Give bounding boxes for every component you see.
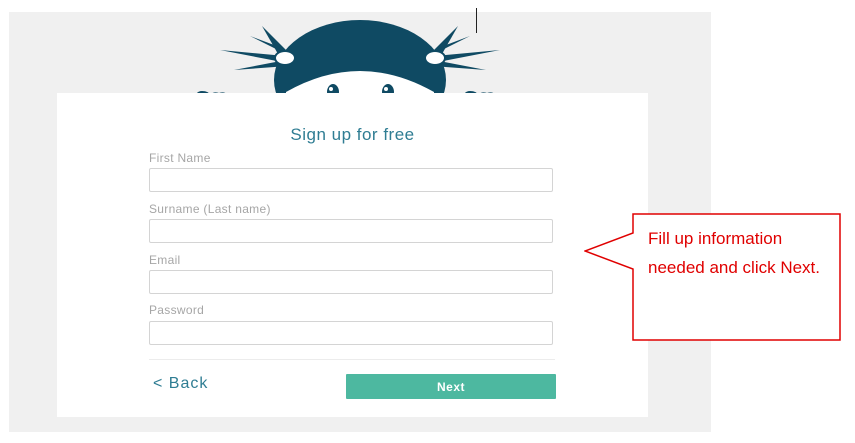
back-link[interactable]: < Back [153,375,208,393]
password-label: Password [149,303,205,317]
surname-label: Surname (Last name) [149,202,271,216]
signup-card: Sign up for free First Name Surname (Las… [57,93,648,417]
surname-field[interactable] [149,219,553,243]
email-label: Email [149,253,181,267]
password-field[interactable] [149,321,553,345]
email-field[interactable] [149,270,553,294]
form-divider [149,359,555,360]
next-button[interactable]: Next [346,374,556,399]
form-title: Sign up for free [290,125,415,144]
callout-text: Fill up information needed and click Nex… [648,229,820,277]
first-name-field[interactable] [149,168,553,192]
first-name-label: First Name [149,151,211,165]
